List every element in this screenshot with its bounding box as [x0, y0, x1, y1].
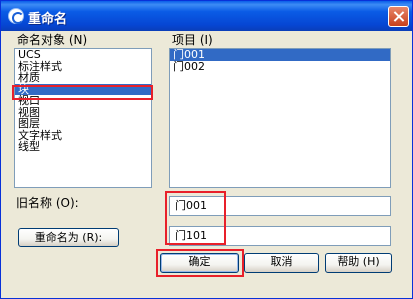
old-name-field: 门001: [169, 196, 391, 216]
named-object-list-item[interactable]: 图层: [15, 118, 151, 130]
dialog-title: 重命名: [28, 12, 68, 27]
items-label: 项目 (I): [172, 33, 213, 47]
close-icon[interactable]: [388, 6, 409, 27]
old-name-label: 旧名称 (O):: [16, 196, 79, 210]
items-list[interactable]: 门001 门002: [169, 48, 391, 188]
named-object-list-item[interactable]: 材质: [15, 72, 151, 84]
app-icon: [8, 8, 24, 24]
named-objects-label: 命名对象 (N): [17, 33, 88, 47]
named-objects-list[interactable]: UCS 标注样式 材质块视口 视图 图层 文字样式 线型: [14, 48, 152, 188]
help-button[interactable]: 帮助 (H): [325, 253, 392, 273]
named-object-list-item[interactable]: UCS: [15, 49, 151, 61]
title-bar[interactable]: 重命名: [1, 1, 412, 31]
cancel-button[interactable]: 取消: [244, 253, 319, 273]
rename-dialog: 重命名 命名对象 (N) UCS 标注样式 材质块视口 视图 图层 文字样式 线型 项目 (…: [0, 0, 413, 299]
ok-button[interactable]: 确定: [160, 253, 239, 273]
named-object-list-item[interactable]: 线型: [15, 141, 151, 153]
item-list-item[interactable]: 门002: [170, 60, 390, 73]
item-list-item[interactable]: 门001: [170, 49, 390, 61]
rename-to-field[interactable]: 门101: [169, 226, 391, 246]
rename-to-button[interactable]: 重命名为 (R):: [18, 228, 119, 247]
named-object-list-item[interactable]: 视口: [15, 95, 151, 107]
